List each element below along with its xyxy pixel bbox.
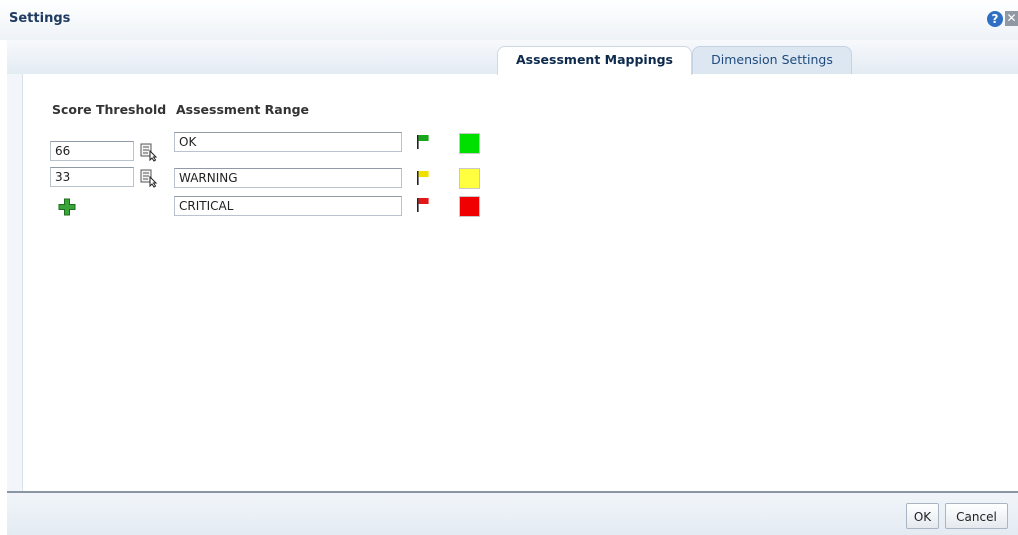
color-swatch-critical[interactable]: [459, 196, 480, 217]
red-flag-icon[interactable]: [416, 197, 430, 213]
settings-dialog: Settings ? ✕ Dimension Settings Assessme…: [0, 0, 1018, 535]
range-label-input-critical[interactable]: [174, 196, 402, 216]
tab-dimension-settings[interactable]: Dimension Settings: [692, 46, 852, 75]
threshold-input-2[interactable]: [50, 167, 134, 187]
assessment-range-header: Assessment Range: [176, 102, 310, 117]
range-label-input-ok[interactable]: [174, 132, 402, 152]
add-threshold-icon[interactable]: [58, 198, 76, 216]
green-flag-icon[interactable]: [416, 134, 430, 150]
cancel-button[interactable]: Cancel: [945, 503, 1008, 529]
score-threshold-header: Score Threshold: [52, 102, 167, 117]
close-icon[interactable]: ✕: [1005, 11, 1018, 26]
threshold-picker-icon[interactable]: [139, 168, 159, 188]
dialog-footer: [7, 493, 1018, 535]
tab-assessment-mappings[interactable]: Assessment Mappings: [497, 46, 692, 75]
color-swatch-warning[interactable]: [459, 168, 480, 189]
color-swatch-ok[interactable]: [459, 133, 480, 154]
assessment-mappings-panel: [22, 74, 1018, 491]
dialog-title: Settings: [9, 11, 71, 26]
dialog-titlebar: Settings: [0, 0, 1018, 40]
threshold-picker-icon[interactable]: [139, 142, 159, 162]
threshold-input-1[interactable]: [50, 141, 134, 161]
yellow-flag-icon[interactable]: [416, 170, 430, 186]
ok-button[interactable]: OK: [906, 503, 939, 529]
range-label-input-warning[interactable]: [174, 168, 402, 188]
help-icon[interactable]: ?: [987, 11, 1003, 27]
